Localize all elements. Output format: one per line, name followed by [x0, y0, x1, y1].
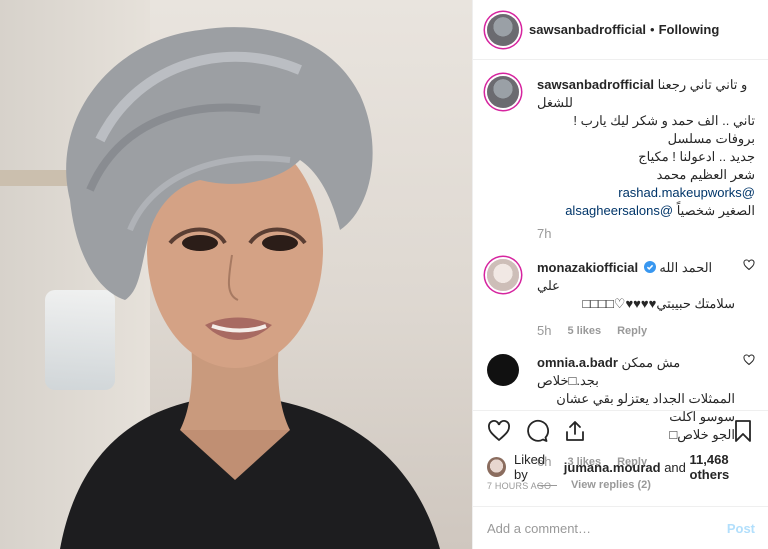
post-comment-button[interactable]: Post: [727, 521, 755, 536]
likes-summary: Liked by jumana.mourad and 11,468 others: [487, 452, 768, 482]
comments-list: sawsanbadrofficial و تاني تاني رجعنا للش…: [473, 60, 768, 491]
caption-text-line5: الصغير شخصياً: [676, 203, 755, 218]
mention-link-alsagheer[interactable]: @alsagheersalons: [565, 203, 673, 218]
comment-like-heart-icon[interactable]: [743, 354, 755, 366]
likes-others-count[interactable]: 11,468 others: [690, 452, 768, 482]
comment-text-line2: سلامتك حبيبتي♥♥♥♥♡□□□□: [582, 296, 735, 311]
liker-username[interactable]: jumana.mourad: [564, 460, 661, 475]
caption-username[interactable]: sawsanbadrofficial: [537, 77, 654, 92]
post-side-panel: sawsanbadrofficial • Following sawsanbad…: [472, 0, 768, 549]
commenter-username[interactable]: omnia.a.badr: [537, 355, 618, 370]
comment-row: monazakiofficial الحمد الله علي سلامتك ح…: [487, 259, 755, 338]
bookmark-icon: [735, 419, 751, 442]
likes-and: and: [664, 459, 686, 475]
header-separator: •: [650, 22, 655, 37]
caption-text-line4: شعر العظيم محمد: [656, 167, 755, 182]
author-username[interactable]: sawsanbadrofficial: [529, 22, 646, 37]
reply-button[interactable]: Reply: [617, 325, 647, 337]
comment-like-heart-icon[interactable]: [743, 259, 755, 271]
save-button[interactable]: [731, 419, 755, 443]
share-icon: [566, 420, 584, 441]
comment-time: 5h: [537, 323, 552, 338]
heart-icon: [488, 419, 510, 441]
verified-badge-icon: [643, 261, 656, 273]
comment-input[interactable]: [487, 520, 727, 536]
commenter-avatar[interactable]: [487, 354, 519, 386]
likes-prefix: Liked by: [514, 452, 546, 482]
post-header: sawsanbadrofficial • Following: [473, 0, 768, 60]
caption-time: 7h: [537, 226, 552, 241]
comment-bubble-icon: [527, 419, 549, 442]
commenter-username[interactable]: monazakiofficial: [537, 260, 638, 275]
woman-portrait-illustration: [60, 27, 440, 549]
like-button[interactable]: [487, 419, 511, 443]
caption-text-line3: جديد .. ادعولنا ! مكياج: [638, 149, 755, 164]
post-actions-bar: [473, 410, 768, 450]
post-timestamp: 7 HOURS AGO: [487, 481, 552, 491]
add-comment-bar: Post: [473, 506, 768, 549]
comment-button[interactable]: [525, 419, 549, 443]
caption-avatar[interactable]: [487, 76, 519, 108]
author-avatar[interactable]: [487, 13, 519, 46]
following-button[interactable]: Following: [659, 22, 720, 37]
caption-text-line2: تاني .. الف حمد و شكر ليك يارب ! بروفات …: [573, 113, 755, 146]
liker-avatar[interactable]: [487, 457, 507, 477]
comment-likes[interactable]: 5 likes: [567, 325, 601, 337]
share-button[interactable]: [563, 419, 587, 443]
post-photo[interactable]: [0, 0, 472, 549]
mention-link-rashad[interactable]: @rashad.makeupworks: [618, 185, 755, 200]
caption-row: sawsanbadrofficial و تاني تاني رجعنا للش…: [487, 76, 755, 241]
commenter-avatar[interactable]: [487, 259, 519, 291]
